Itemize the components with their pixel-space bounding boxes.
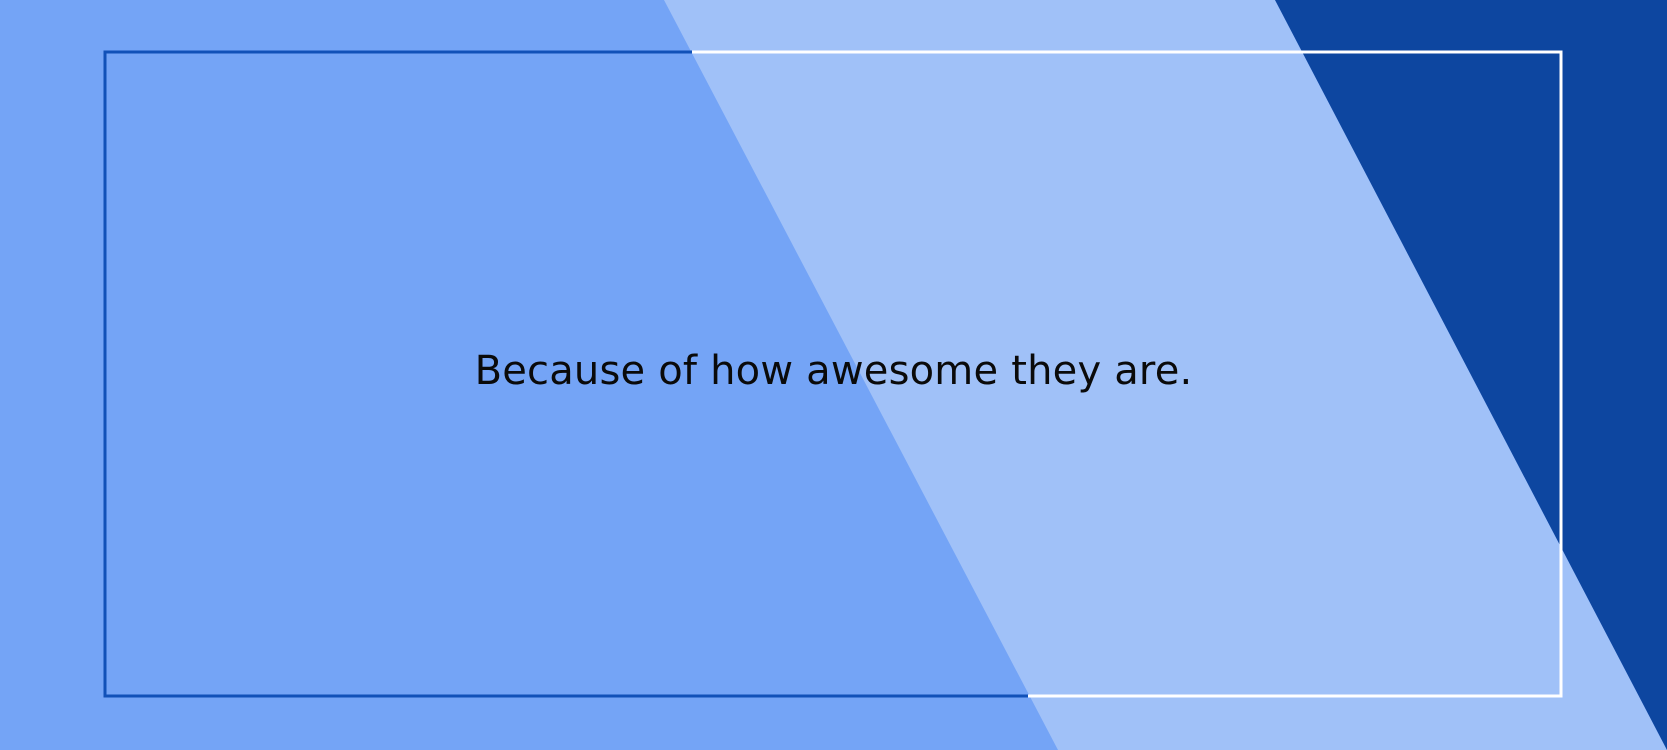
slide-background <box>0 0 1667 750</box>
slide: Because of how awesome they are. <box>0 0 1667 750</box>
